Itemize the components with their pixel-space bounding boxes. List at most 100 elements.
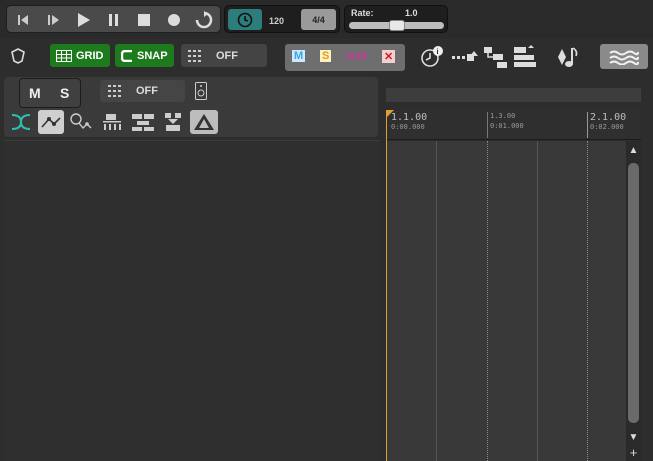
scroll-thumb[interactable] — [628, 163, 639, 423]
ruler-bar-3: 2.1.00 — [590, 112, 627, 123]
tool-split[interactable] — [100, 110, 126, 134]
align-blocks-icon — [514, 45, 536, 67]
split-icon — [103, 114, 121, 130]
skip-back-button[interactable] — [13, 10, 35, 30]
tool-mode-button[interactable] — [8, 46, 28, 66]
arrange-button[interactable] — [483, 44, 509, 70]
grid-icon — [56, 49, 72, 62]
pause-icon — [109, 14, 118, 26]
skip-forward-button[interactable] — [43, 10, 65, 30]
grid-button[interactable]: GRID — [50, 44, 110, 67]
tool-stretch-active[interactable] — [190, 110, 218, 134]
ruler-mark-2: 1.3.00 0:01.000 — [490, 112, 524, 130]
speaker-icon — [195, 82, 207, 100]
scroll-up-button[interactable]: ▲ — [628, 145, 639, 156]
transport-controls — [6, 5, 221, 33]
metronome-button[interactable] — [228, 9, 262, 30]
mute-solo-group: M S — [19, 78, 81, 108]
timeline-ruler[interactable]: 1.1.00 0:00.000 1.3.00 0:01.000 2.1.00 0… — [386, 110, 641, 140]
rate-value: 1.0 — [405, 8, 418, 18]
record-button[interactable] — [163, 10, 185, 30]
track-grid-value: OFF — [136, 85, 158, 97]
x-button[interactable]: ✕ — [382, 50, 396, 63]
shield-icon — [11, 48, 25, 64]
snap-label: SNAP — [137, 49, 168, 62]
rate-control: Rate: 1.0 — [344, 5, 448, 33]
playhead[interactable] — [386, 110, 387, 461]
ruler-bar-2: 1.3.00 — [490, 112, 516, 120]
point-select-icon — [70, 113, 92, 130]
zoom-in-button[interactable]: + — [628, 445, 639, 460]
pause-button[interactable] — [103, 10, 125, 30]
scroll-down-button[interactable]: ▼ — [628, 432, 639, 443]
ruler-header-strip — [386, 88, 641, 102]
grid-type-selector[interactable]: OFF — [181, 44, 267, 67]
ruler-time-3: 0:02.000 — [590, 123, 624, 131]
play-button[interactable] — [73, 10, 95, 30]
bpm-value[interactable]: 120 — [269, 16, 284, 26]
stack-icon — [132, 114, 154, 131]
grid-type-value: OFF — [216, 49, 238, 62]
tool-select-point[interactable] — [68, 110, 94, 134]
svg-text:i: i — [437, 49, 439, 56]
stop-button[interactable] — [133, 10, 155, 30]
move-up-button[interactable] — [452, 48, 478, 66]
mute-button[interactable]: M — [29, 85, 41, 101]
s-button[interactable]: S — [320, 50, 332, 62]
track-grid-selector[interactable]: OFF — [100, 80, 185, 102]
grid-dots-icon — [108, 85, 121, 97]
device-button[interactable] — [193, 81, 209, 101]
play-icon — [78, 13, 90, 27]
loop-icon — [195, 11, 213, 29]
tool-draw-active[interactable] — [38, 110, 64, 134]
clock-icon — [237, 12, 253, 27]
stop-icon — [138, 14, 150, 26]
marker-buttons: M S mult ✕ — [285, 44, 405, 71]
music-note-icon — [558, 47, 578, 67]
track-list-area — [4, 140, 380, 461]
snap-button[interactable]: SNAP — [115, 44, 174, 67]
clock-info-icon: i — [421, 46, 443, 67]
node-line-icon — [41, 117, 61, 128]
waveform-button[interactable] — [600, 44, 648, 69]
waves-icon — [609, 50, 639, 65]
ruler-tick — [587, 112, 588, 138]
ruler-mark-3: 2.1.00 0:02.000 — [590, 112, 626, 131]
grid-line — [436, 141, 437, 461]
grid-line — [537, 141, 538, 461]
tool-crossfade[interactable] — [8, 110, 34, 134]
ruler-mark-1: 1.1.00 0:00.000 — [391, 112, 427, 131]
time-signature[interactable]: 4/4 — [301, 9, 336, 30]
align-button[interactable] — [512, 44, 538, 70]
vertical-scrollbar[interactable]: ▲ ▼ + — [626, 141, 641, 461]
rate-label: Rate: — [351, 8, 374, 18]
loop-button[interactable] — [193, 10, 215, 30]
tool-merge[interactable] — [160, 110, 186, 134]
tool-stack[interactable] — [130, 110, 156, 134]
track-header-panel: M S OFF — [4, 77, 378, 137]
note-button[interactable] — [556, 45, 580, 71]
edit-toolbar: GRID SNAP OFF M S mult ✕ i — [0, 40, 653, 74]
skip-forward-icon — [48, 15, 59, 25]
skip-back-icon — [18, 15, 28, 25]
timeline-canvas[interactable] — [386, 141, 641, 461]
grid-line — [487, 141, 488, 461]
ruler-tick — [487, 112, 488, 138]
merge-icon — [165, 113, 181, 131]
triangle-icon — [194, 114, 214, 130]
record-icon — [168, 14, 180, 26]
grid-label: GRID — [76, 49, 104, 62]
magnet-icon — [121, 49, 132, 62]
arrange-blocks-icon — [484, 47, 507, 68]
arrange-up-icon — [452, 51, 478, 61]
ruler-time-2: 0:01.000 — [490, 122, 524, 130]
tempo-display: 120 4/4 — [224, 5, 340, 33]
m-button[interactable]: M — [292, 50, 306, 62]
grid-dots-icon — [188, 49, 201, 62]
solo-button[interactable]: S — [60, 85, 69, 101]
grid-line — [587, 141, 588, 461]
info-clock-button[interactable]: i — [420, 45, 444, 69]
mult-button[interactable]: mult — [346, 51, 367, 62]
rate-slider-knob[interactable] — [388, 20, 405, 31]
ruler-bar-1: 1.1.00 — [391, 112, 428, 123]
